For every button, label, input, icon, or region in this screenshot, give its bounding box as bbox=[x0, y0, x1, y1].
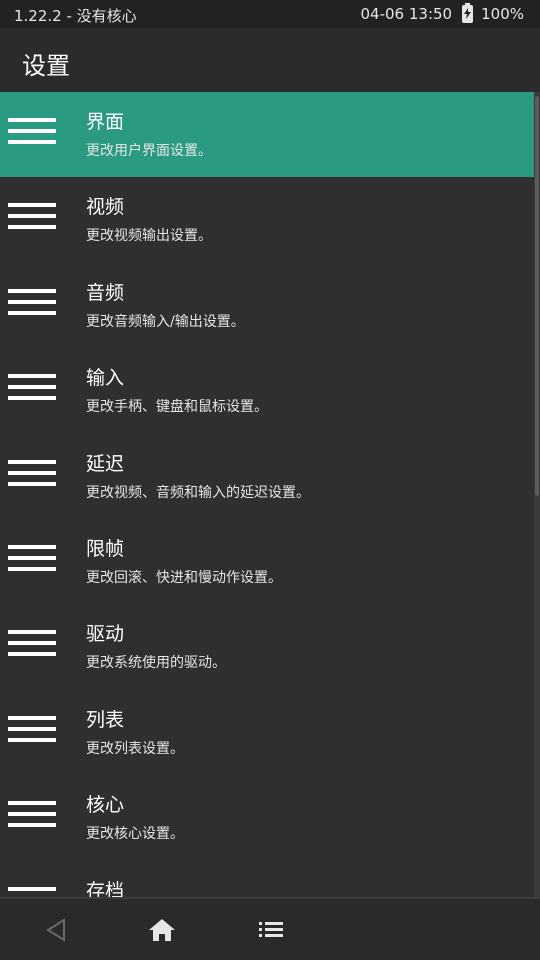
back-triangle-icon[interactable] bbox=[42, 915, 72, 945]
settings-item-video[interactable]: 视频 更改视频输出设置。 bbox=[0, 177, 540, 262]
settings-item-subtitle: 更改视频、音频和输入的延迟设置。 bbox=[86, 484, 310, 501]
settings-item-title: 驱动 bbox=[86, 623, 125, 646]
status-bar: 1.22.2 - 没有核心 04-06 13:50 100% bbox=[0, 0, 540, 28]
menu-lines-icon bbox=[8, 288, 56, 321]
settings-item-title: 存档 bbox=[86, 879, 125, 897]
settings-item-subtitle: 更改列表设置。 bbox=[86, 740, 184, 757]
settings-item-subtitle: 更改回滚、快进和慢动作设置。 bbox=[86, 569, 282, 586]
settings-item-title: 列表 bbox=[86, 708, 125, 731]
settings-item-title: 视频 bbox=[86, 196, 125, 219]
settings-item-title: 音频 bbox=[86, 281, 125, 304]
status-app-info: 1.22.2 - 没有核心 bbox=[14, 7, 137, 25]
settings-item-title: 核心 bbox=[86, 794, 125, 817]
settings-list: 界面 更改用户界面设置。 视频 更改视频输出设置。 音频 更改音频输入/输出设置… bbox=[0, 92, 540, 897]
menu-lines-icon bbox=[8, 630, 56, 662]
settings-item-frame-throttle[interactable]: 限帧 更改回滚、快进和慢动作设置。 bbox=[0, 519, 540, 604]
settings-item-audio[interactable]: 音频 更改音频输入/输出设置。 bbox=[0, 263, 540, 348]
status-battery: 100% bbox=[481, 5, 524, 23]
navigation-bar bbox=[0, 897, 540, 960]
menu-lines-icon bbox=[8, 715, 56, 748]
menu-lines-icon bbox=[8, 118, 56, 150]
settings-item-interface[interactable]: 界面 更改用户界面设置。 bbox=[0, 92, 540, 178]
settings-item-subtitle: 更改核心设置。 bbox=[86, 826, 184, 843]
status-datetime: 04-06 13:50 bbox=[360, 5, 453, 23]
settings-item-subtitle: 更改视频输出设置。 bbox=[86, 228, 212, 245]
menu-lines-icon bbox=[8, 203, 56, 235]
menu-lines-icon bbox=[8, 801, 56, 833]
list-scrollbar[interactable] bbox=[534, 92, 540, 897]
settings-item-latency[interactable]: 延迟 更改视频、音频和输入的延迟设置。 bbox=[0, 434, 540, 519]
home-icon[interactable] bbox=[147, 915, 177, 945]
app-bar: 设置 bbox=[0, 28, 540, 92]
page-title: 设置 bbox=[22, 52, 70, 80]
scrollbar-thumb[interactable] bbox=[535, 96, 539, 496]
settings-item-subtitle: 更改用户界面设置。 bbox=[86, 143, 212, 159]
menu-lines-icon bbox=[8, 459, 56, 492]
settings-item-subtitle: 更改音频输入/输出设置。 bbox=[86, 313, 245, 330]
list-icon[interactable] bbox=[256, 915, 286, 945]
settings-item-subtitle: 更改系统使用的驱动。 bbox=[86, 655, 226, 672]
settings-item-title: 界面 bbox=[86, 111, 125, 133]
settings-item-subtitle: 更改手柄、键盘和鼠标设置。 bbox=[86, 399, 268, 416]
menu-lines-icon bbox=[8, 374, 56, 406]
settings-item-title: 输入 bbox=[86, 367, 125, 390]
menu-lines-icon bbox=[8, 544, 56, 577]
menu-lines-icon bbox=[8, 886, 56, 897]
status-right-group: 04-06 13:50 100% bbox=[360, 3, 524, 23]
settings-item-title: 限帧 bbox=[86, 537, 125, 560]
battery-charging-icon bbox=[462, 3, 474, 23]
settings-item-lists[interactable]: 列表 更改列表设置。 bbox=[0, 690, 540, 775]
settings-item-saving[interactable]: 存档 bbox=[0, 861, 540, 897]
settings-item-title: 延迟 bbox=[86, 452, 125, 475]
settings-item-input[interactable]: 输入 更改手柄、键盘和鼠标设置。 bbox=[0, 348, 540, 433]
settings-item-drivers[interactable]: 驱动 更改系统使用的驱动。 bbox=[0, 604, 540, 689]
settings-item-core[interactable]: 核心 更改核心设置。 bbox=[0, 775, 540, 860]
